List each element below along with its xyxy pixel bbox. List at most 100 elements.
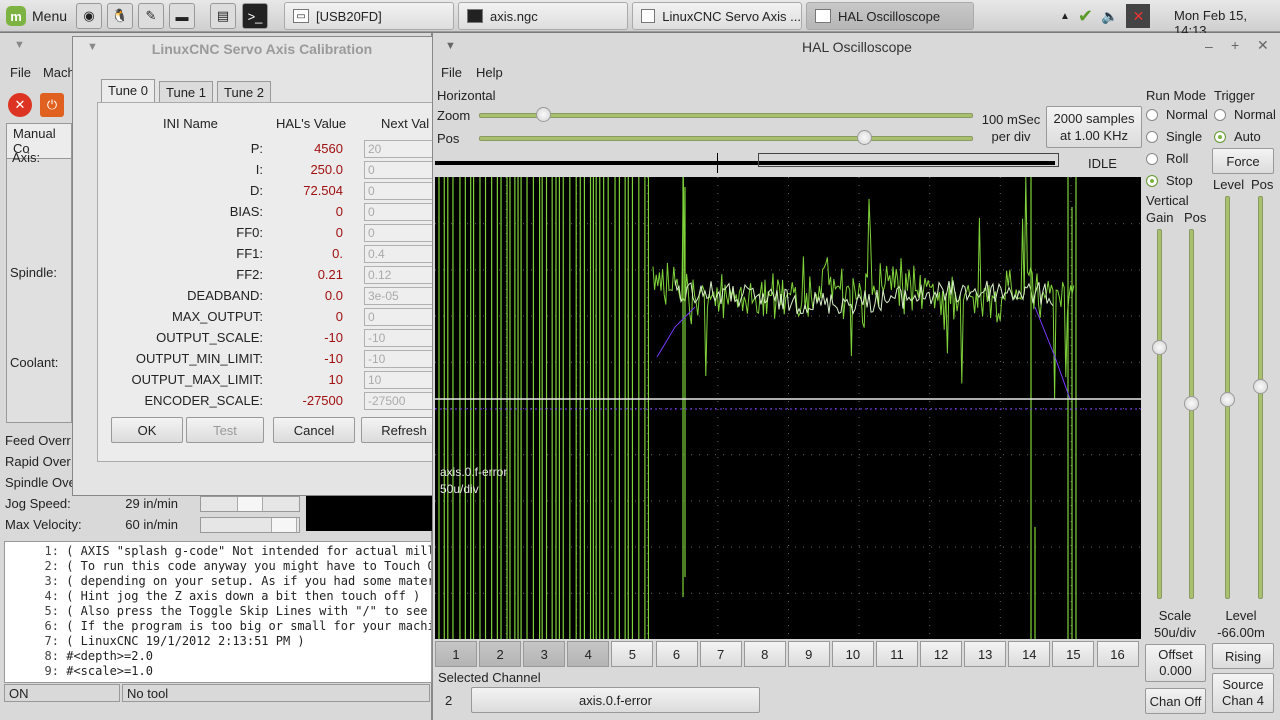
display-launcher-icon[interactable]: ▬	[169, 3, 195, 29]
channel-button-7[interactable]: 7	[699, 641, 742, 667]
channel-button-8[interactable]: 8	[743, 641, 786, 667]
selected-channel-name-button[interactable]: axis.0.f-error	[471, 687, 760, 713]
pos-slider[interactable]	[479, 130, 973, 145]
gcode-line-number: 6:	[44, 619, 59, 633]
trigger-pos-slider-knob[interactable]	[1253, 379, 1268, 394]
gain-slider-knob[interactable]	[1152, 340, 1167, 355]
task-axis-ngc[interactable]: axis.ngc	[458, 2, 628, 30]
gcode-line[interactable]: 1: ( AXIS "splash g-code" Not intended f…	[5, 544, 431, 559]
channel-button-6[interactable]: 6	[655, 641, 698, 667]
terminal-launcher-icon[interactable]: >_	[242, 3, 268, 29]
selected-channel-label: Selected Channel	[438, 670, 541, 685]
spindle-override-label: Spindle Ove	[5, 475, 76, 490]
trigger-option[interactable]: Auto	[1214, 129, 1261, 144]
channel-button-2[interactable]: 2	[479, 641, 522, 667]
gcode-line[interactable]: 7: ( LinuxCNC 19/1/2012 2:13:51 PM )	[5, 634, 431, 649]
gcode-line[interactable]: 8: #<depth>=2.0	[5, 649, 431, 664]
tux-launcher-icon[interactable]: 🐧	[107, 3, 133, 29]
max-velocity-slider[interactable]	[200, 517, 300, 533]
text-editor-launcher-icon[interactable]: ✎	[138, 3, 164, 29]
channel-button-5[interactable]: 5	[611, 641, 654, 667]
maximize-icon[interactable]: +	[1231, 37, 1239, 53]
channel-button-1[interactable]: 1	[435, 641, 477, 667]
tab-tune-0[interactable]: Tune 0	[101, 79, 155, 103]
trace-info: axis.0.f-error 50u/div	[440, 464, 507, 498]
gcode-line[interactable]: 5: ( Also press the Toggle Skip Lines wi…	[5, 604, 431, 619]
vertical-pos-slider-knob[interactable]	[1184, 396, 1199, 411]
vertical-pos-slider[interactable]	[1184, 229, 1199, 599]
channel-button-10[interactable]: 10	[831, 641, 874, 667]
scale-readout: Scale 50u/div	[1154, 608, 1196, 640]
channel-button-11[interactable]: 11	[876, 641, 918, 667]
zoom-slider-knob[interactable]	[536, 107, 552, 122]
samples-button[interactable]: 2000 samples at 1.00 KHz	[1046, 106, 1142, 148]
run-mode-option[interactable]: Normal	[1146, 107, 1208, 122]
channel-button-9[interactable]: 9	[787, 641, 830, 667]
gain-slider[interactable]	[1152, 229, 1167, 599]
chan-off-button[interactable]: Chan Off	[1145, 688, 1206, 714]
menu-arrow-icon[interactable]: ▲	[1060, 11, 1070, 22]
channel-button-15[interactable]: 15	[1052, 641, 1095, 667]
webcam-launcher-icon[interactable]: ◉	[76, 3, 102, 29]
gcode-listing[interactable]: 1: ( AXIS "splash g-code" Not intended f…	[4, 541, 432, 683]
task-calibration[interactable]: LinuxCNC Servo Axis ...	[632, 2, 802, 30]
channel-button-13[interactable]: 13	[964, 641, 1007, 667]
test-button[interactable]: Test	[186, 417, 264, 443]
minimize-icon[interactable]: –	[1205, 38, 1213, 54]
run-mode-option[interactable]: Single	[1146, 129, 1202, 144]
source-button[interactable]: Source Chan 4	[1212, 673, 1274, 713]
channel-button-14[interactable]: 14	[1008, 641, 1051, 667]
menu-file[interactable]: File	[441, 65, 462, 80]
zoom-slider[interactable]	[479, 107, 973, 122]
task-usb[interactable]: ▭ [USB20FD]	[284, 2, 454, 30]
hal-row-value: 4560	[314, 141, 343, 156]
trace-purple-start	[656, 306, 696, 358]
scope-display[interactable]: axis.0.f-error 50u/div	[435, 177, 1141, 639]
trigger-pos-slider[interactable]	[1253, 196, 1268, 599]
task-hal-oscilloscope[interactable]: HAL Oscilloscope	[806, 2, 974, 30]
gcode-line[interactable]: 4: ( Hint jog the Z axis down a bit then…	[5, 589, 431, 604]
channel-button-16[interactable]: 16	[1096, 641, 1139, 667]
channel-button-3[interactable]: 3	[523, 641, 566, 667]
close-icon[interactable]: ✕	[1257, 37, 1269, 54]
start-menu-button[interactable]: m Menu	[6, 4, 67, 28]
window-menu-icon[interactable]: ▼	[445, 40, 456, 52]
power-icon[interactable]: ⏻	[40, 93, 64, 117]
gcode-line[interactable]: 9: #<scale>=1.0	[5, 664, 431, 679]
shield-check-icon[interactable]: ✔	[1078, 6, 1093, 27]
trigger-level-slider-knob[interactable]	[1220, 392, 1235, 407]
channel-button-4[interactable]: 4	[567, 641, 610, 667]
files-launcher-icon[interactable]: ▤	[210, 3, 236, 29]
trigger-option[interactable]: Normal	[1214, 107, 1276, 122]
menu-help[interactable]: Help	[476, 65, 503, 80]
menu-file[interactable]: File	[10, 65, 31, 80]
run-mode-option[interactable]: Roll	[1146, 151, 1188, 166]
tab-tune-2[interactable]: Tune 2	[217, 81, 271, 103]
preview-canvas[interactable]	[306, 495, 432, 531]
scope-title: HAL Oscilloscope	[802, 39, 912, 55]
jog-speed-slider[interactable]	[200, 496, 300, 512]
tab-tune-1[interactable]: Tune 1	[159, 81, 213, 103]
calibration-titlebar[interactable]: ▼ LinuxCNC Servo Axis Calibration	[73, 37, 451, 61]
channel-button-12[interactable]: 12	[920, 641, 963, 667]
gcode-line[interactable]: 6: ( If the program is too big or small …	[5, 619, 431, 634]
offset-button[interactable]: Offset 0.000	[1145, 644, 1206, 682]
run-mode-option[interactable]: Stop	[1146, 173, 1193, 188]
network-disconnected-icon[interactable]: ✕	[1126, 4, 1151, 28]
volume-icon[interactable]: 🔈	[1101, 8, 1118, 25]
force-button[interactable]: Force	[1212, 148, 1274, 174]
trigger-level-slider[interactable]	[1220, 196, 1235, 599]
estop-icon[interactable]: ✕	[8, 93, 32, 117]
rising-button[interactable]: Rising	[1212, 643, 1274, 669]
taskbar: m Menu ◉ 🐧 ✎ ▬ ▤ >_ ▭ [USB20FD] axis.ngc…	[0, 0, 1280, 38]
window-menu-icon[interactable]: ▼	[14, 39, 25, 51]
gcode-line[interactable]: 3: ( depending on your setup. As if you …	[5, 574, 431, 589]
menu-machine[interactable]: Mach	[43, 65, 75, 80]
gcode-line[interactable]: 2: ( To run this code anyway you might h…	[5, 559, 431, 574]
ok-button[interactable]: OK	[111, 417, 183, 443]
scope-titlebar[interactable]: ▼ HAL Oscilloscope – + ✕	[433, 33, 1280, 61]
cancel-button[interactable]: Cancel	[273, 417, 355, 443]
record-window-indicator	[758, 153, 1059, 167]
pos-slider-knob[interactable]	[857, 130, 873, 145]
window-menu-icon[interactable]: ▼	[87, 41, 98, 53]
